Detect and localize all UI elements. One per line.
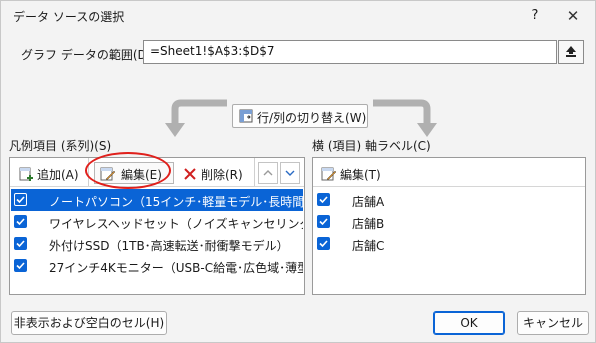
axis-labels-panel: 編集(T) 店舗A 店舗B 店舗C xyxy=(312,157,586,295)
series-list-item[interactable]: ノートパソコン（15インチ･軽量モデル･長時間バッテリー） xyxy=(11,189,303,211)
switch-row-column-label: 行/列の切り替え(W) xyxy=(257,111,367,125)
series-list-item[interactable]: 27インチ4Kモニター（USB-C給電･広色域･薄型ベゼル） xyxy=(11,255,303,277)
category-list-item[interactable]: 店舗A xyxy=(314,189,584,211)
chevron-down-icon xyxy=(285,170,295,176)
hidden-empty-cells-button[interactable]: 非表示および空白のセル(H) xyxy=(11,311,167,335)
ok-button[interactable]: OK xyxy=(433,311,505,335)
edit-axis-labels-button[interactable]: 編集(T) xyxy=(317,162,393,184)
remove-series-button[interactable]: 削除(R) xyxy=(178,162,250,184)
dialog-title: データ ソースの選択 xyxy=(13,10,125,24)
switch-row-column-button[interactable]: 行/列の切り替え(W) xyxy=(232,104,368,128)
category-list-item[interactable]: 店舗B xyxy=(314,211,584,233)
series-list-item[interactable]: 外付けSSD（1TB･高速転送･耐衝撃モデル） xyxy=(11,233,303,255)
cancel-button[interactable]: キャンセル xyxy=(517,311,589,335)
select-data-source-dialog: データ ソースの選択 ? ✕ グラフ データの範囲(D): =Sheet1!$A… xyxy=(0,0,596,343)
add-series-button[interactable]: 追加(A) xyxy=(14,162,84,184)
add-series-label: 追加(A) xyxy=(37,168,79,182)
switch-row-column-icon xyxy=(239,109,253,123)
legend-entries-label: 凡例項目 (系列)(S) xyxy=(9,139,112,153)
series-checkbox[interactable] xyxy=(14,237,27,250)
series-name: 27インチ4Kモニター（USB-C給電･広色域･薄型ベゼル） xyxy=(49,261,303,275)
edit-axis-labels-label: 編集(T) xyxy=(340,168,381,182)
chart-data-range-input[interactable]: =Sheet1!$A$3:$D$7 xyxy=(143,40,557,64)
edit-icon xyxy=(321,167,337,181)
move-up-button[interactable] xyxy=(258,162,278,184)
edit-series-label: 編集(E) xyxy=(121,168,162,182)
category-name: 店舗A xyxy=(352,195,385,209)
chart-data-range-label: グラフ データの範囲(D): xyxy=(21,48,156,62)
category-name: 店舗C xyxy=(352,239,385,253)
checkmark-icon xyxy=(16,218,25,226)
toolbar-divider xyxy=(88,158,89,186)
series-toolbar: 追加(A) 編集(E) 削除(R) xyxy=(10,158,304,187)
toolbar-divider xyxy=(254,158,255,186)
series-checkbox[interactable] xyxy=(14,215,27,228)
edit-series-button[interactable]: 編集(E) xyxy=(94,162,174,184)
swap-right-arrow-icon xyxy=(373,99,437,137)
series-name: ノートパソコン（15インチ･軽量モデル･長時間バッテリー） xyxy=(49,195,303,209)
category-checkbox[interactable] xyxy=(317,237,330,250)
axis-labels-label: 横 (項目) 軸ラベル(C) xyxy=(312,139,431,153)
series-name: ワイヤレスヘッドセット（ノイズキャンセリング･マイク付き） xyxy=(49,217,303,231)
title-bar: データ ソースの選択 ? ✕ xyxy=(1,1,595,31)
category-checkbox[interactable] xyxy=(317,215,330,228)
checkmark-icon xyxy=(319,196,328,204)
help-button[interactable]: ? xyxy=(528,7,542,25)
chevron-up-icon xyxy=(263,170,273,176)
checkmark-icon xyxy=(16,240,25,248)
add-icon xyxy=(19,167,33,181)
edit-icon xyxy=(100,167,116,181)
remove-icon xyxy=(184,168,196,180)
series-list-item[interactable]: ワイヤレスヘッドセット（ノイズキャンセリング･マイク付き） xyxy=(11,211,303,233)
axis-toolbar: 編集(T) xyxy=(313,158,585,187)
move-down-button[interactable] xyxy=(280,162,300,184)
series-checkbox[interactable] xyxy=(14,193,27,206)
checkmark-icon xyxy=(319,240,328,248)
collapse-range-button[interactable] xyxy=(558,40,584,64)
checkmark-icon xyxy=(16,262,25,270)
checkmark-icon xyxy=(319,218,328,226)
series-name: 外付けSSD（1TB･高速転送･耐衝撃モデル） xyxy=(49,239,289,253)
legend-series-panel: 追加(A) 編集(E) 削除(R) ノートパソコン（15インチ･軽量モデル･長時… xyxy=(9,157,305,295)
close-button[interactable]: ✕ xyxy=(561,5,585,27)
swap-left-arrow-icon xyxy=(165,99,227,137)
category-list-item[interactable]: 店舗C xyxy=(314,233,584,255)
category-name: 店舗B xyxy=(352,217,385,231)
series-checkbox[interactable] xyxy=(14,259,27,272)
category-checkbox[interactable] xyxy=(317,193,330,206)
checkmark-icon xyxy=(16,196,25,204)
collapse-dialog-icon xyxy=(566,46,576,57)
remove-series-label: 削除(R) xyxy=(201,168,243,182)
